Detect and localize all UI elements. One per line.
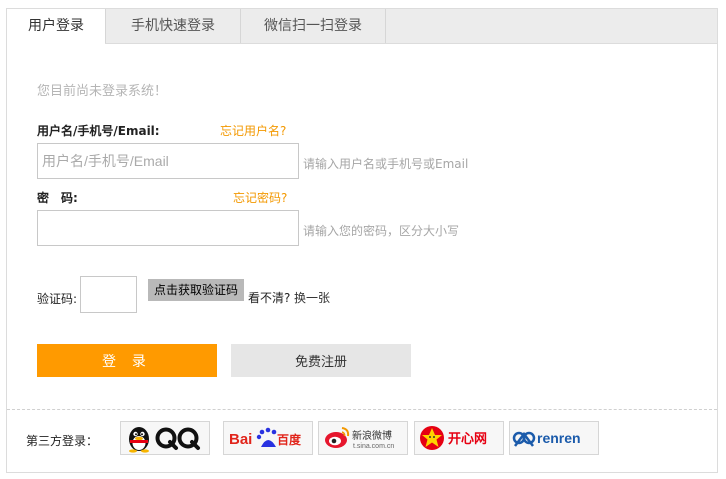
- username-hint: 请输入用户名或手机号或Email: [303, 157, 469, 171]
- svg-text:百度: 百度: [277, 432, 302, 447]
- baidu-login-button[interactable]: Bai 百度: [223, 421, 313, 455]
- qq-login-button[interactable]: [120, 421, 210, 455]
- captcha-unclear-text: 看不清?: [248, 291, 291, 305]
- weibo-eye-icon: 新浪微博 t.sina.com.cn: [325, 427, 394, 450]
- tab-divider: [385, 9, 386, 43]
- svg-text:新浪微博: 新浪微博: [352, 429, 392, 442]
- captcha-refresh-link[interactable]: 换一张: [294, 289, 330, 306]
- svg-text:renren: renren: [537, 430, 581, 446]
- captcha-label: 验证码:: [37, 292, 78, 306]
- renren-login-button[interactable]: renren: [509, 421, 599, 455]
- password-label: 密 码:: [37, 191, 78, 205]
- qq-penguin-icon: [129, 427, 200, 453]
- captcha-input[interactable]: [80, 276, 137, 313]
- login-button[interactable]: 登 录: [37, 344, 217, 377]
- password-hint: 请输入您的密码，区分大小写: [303, 224, 460, 238]
- username-label: 用户名/手机号/Email:: [37, 124, 160, 138]
- section-divider: [7, 409, 717, 410]
- renren-logo-icon: renren: [512, 430, 581, 447]
- tab-user-login[interactable]: 用户登录: [7, 9, 105, 44]
- forgot-username-link[interactable]: 忘记用户名?: [220, 122, 286, 139]
- login-status-notice: 您目前尚未登录系统！: [37, 84, 168, 99]
- login-tabs: 用户登录 手机快速登录 微信扫一扫登录: [7, 9, 717, 44]
- weibo-login-button[interactable]: 新浪微博 t.sina.com.cn: [318, 421, 408, 455]
- svg-text:开心网: 开心网: [448, 432, 487, 447]
- baidu-paw-icon: Bai 百度: [229, 427, 302, 448]
- tab-wechat-login[interactable]: 微信扫一扫登录: [241, 9, 385, 43]
- forgot-password-link[interactable]: 忘记密码?: [233, 189, 287, 206]
- svg-text:t.sina.com.cn: t.sina.com.cn: [353, 443, 394, 450]
- kaixin-star-icon: 开心网: [420, 426, 487, 450]
- third-party-label: 第三方登录：: [26, 434, 99, 448]
- get-captcha-button[interactable]: 点击获取验证码: [148, 279, 244, 301]
- svg-text:Bai: Bai: [229, 431, 252, 448]
- tab-phone-login[interactable]: 手机快速登录: [106, 9, 240, 43]
- register-button[interactable]: 免费注册: [231, 344, 411, 377]
- kaixin-login-button[interactable]: 开心网: [414, 421, 504, 455]
- username-input[interactable]: [37, 143, 299, 179]
- password-input[interactable]: [37, 210, 299, 246]
